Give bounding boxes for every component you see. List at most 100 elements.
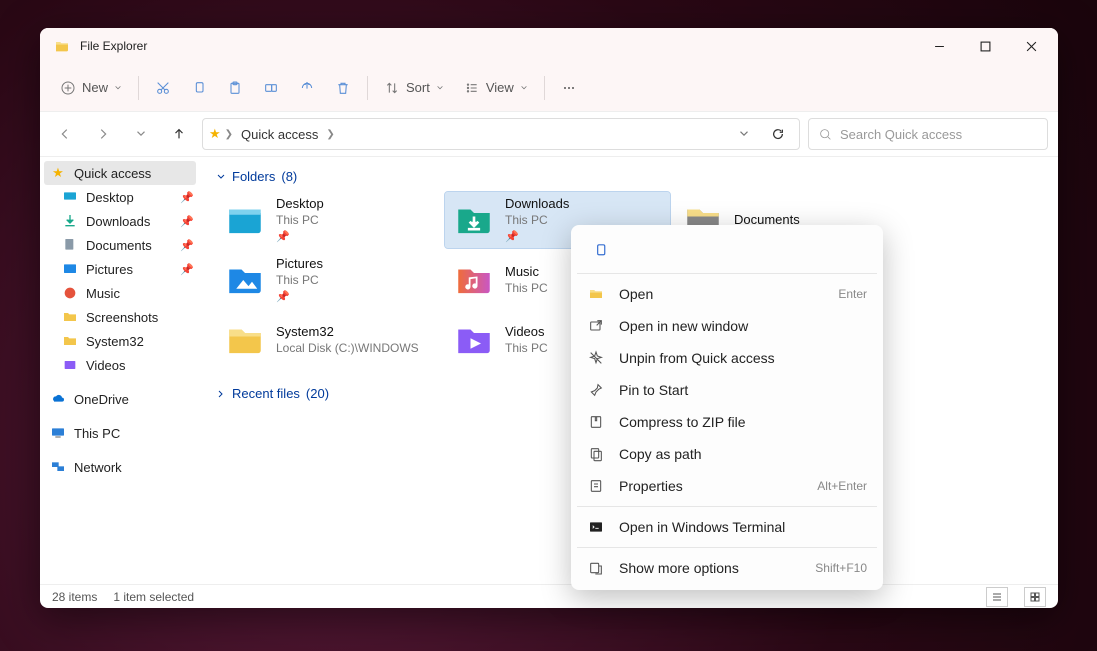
titlebar: File Explorer [40, 28, 1058, 64]
thumbnails-view-button[interactable] [1024, 587, 1046, 607]
folder-name: Music [505, 264, 548, 281]
new-label: New [82, 80, 108, 95]
pin-icon: 📌 [180, 239, 194, 252]
body: ★ Quick access Desktop 📌 Downloads 📌 Doc… [40, 156, 1058, 584]
chevron-right-icon: ❯ [225, 129, 233, 140]
terminal-icon [587, 518, 605, 536]
address-bar[interactable]: ★ ❯ Quick access ❯ [202, 118, 800, 150]
chevron-down-icon [216, 172, 226, 182]
view-button[interactable]: View [454, 70, 538, 106]
desktop-icon [62, 189, 78, 205]
more-options-icon [587, 559, 605, 577]
ctx-label: Open in new window [619, 318, 867, 334]
sidebar-item-desktop[interactable]: Desktop 📌 [40, 185, 200, 209]
sidebar-quick-access[interactable]: ★ Quick access [44, 161, 196, 185]
sidebar-item-documents[interactable]: Documents 📌 [40, 233, 200, 257]
more-button[interactable] [551, 70, 587, 106]
delete-button[interactable] [325, 70, 361, 106]
new-window-icon [587, 317, 605, 335]
sidebar-item-videos[interactable]: Videos [40, 353, 200, 377]
folder-item-pictures[interactable]: Pictures This PC 📌 [216, 252, 441, 308]
downloads-icon [62, 213, 78, 229]
up-button[interactable] [164, 119, 194, 149]
folder-location: This PC [505, 341, 548, 357]
pin-icon: 📌 [180, 263, 194, 276]
ctx-label: Copy as path [619, 446, 867, 462]
status-bar: 28 items 1 item selected [40, 584, 1058, 608]
ctx-open[interactable]: Open Enter [577, 278, 877, 310]
sort-button[interactable]: Sort [374, 70, 454, 106]
maximize-button[interactable] [962, 28, 1008, 64]
zip-icon [587, 413, 605, 431]
folder-name: Pictures [276, 256, 323, 273]
breadcrumb[interactable]: Quick access [237, 127, 322, 142]
ctx-accel: Alt+Enter [817, 479, 867, 493]
forward-button[interactable] [88, 119, 118, 149]
details-view-button[interactable] [986, 587, 1008, 607]
cut-button[interactable] [145, 70, 181, 106]
sidebar-item-system32[interactable]: System32 [40, 329, 200, 353]
address-dropdown[interactable] [729, 119, 759, 149]
group-count: (20) [306, 386, 329, 401]
folder-name: Videos [505, 324, 548, 341]
folder-name: Desktop [276, 196, 324, 213]
sidebar-item-downloads[interactable]: Downloads 📌 [40, 209, 200, 233]
folder-item-desktop[interactable]: Desktop This PC 📌 [216, 192, 441, 248]
pin-icon: 📌 [180, 191, 194, 204]
sidebar-thispc[interactable]: This PC [40, 421, 200, 445]
sidebar-label: Videos [86, 358, 126, 373]
new-button[interactable]: New [50, 70, 132, 106]
folder-location: This PC [276, 273, 323, 289]
minimize-button[interactable] [916, 28, 962, 64]
ctx-open-terminal[interactable]: Open in Windows Terminal [577, 511, 877, 543]
paste-button[interactable] [217, 70, 253, 106]
ctx-properties[interactable]: Properties Alt+Enter [577, 470, 877, 502]
folder-icon [453, 259, 495, 301]
ctx-label: Pin to Start [619, 382, 867, 398]
group-label: Folders [232, 169, 275, 184]
unpin-icon [587, 349, 605, 367]
properties-icon [587, 477, 605, 495]
ctx-unpin[interactable]: Unpin from Quick access [577, 342, 877, 374]
thispc-icon [50, 425, 66, 441]
folder-icon [224, 199, 266, 241]
ctx-pin-start[interactable]: Pin to Start [577, 374, 877, 406]
folder-location: This PC [505, 213, 569, 229]
sort-label: Sort [406, 80, 430, 95]
chevron-right-icon[interactable]: ❯ [326, 129, 334, 140]
group-folders[interactable]: Folders (8) [216, 169, 1042, 184]
ctx-show-more[interactable]: Show more options Shift+F10 [577, 552, 877, 584]
close-button[interactable] [1008, 28, 1054, 64]
sidebar-item-pictures[interactable]: Pictures 📌 [40, 257, 200, 281]
ctx-copy-path[interactable]: Copy as path [577, 438, 877, 470]
recent-dropdown[interactable] [126, 119, 156, 149]
ctx-label: Show more options [619, 560, 801, 576]
file-explorer-window: File Explorer New Sort View [40, 28, 1058, 608]
music-icon [62, 285, 78, 301]
folder-icon [62, 333, 78, 349]
ctx-compress-zip[interactable]: Compress to ZIP file [577, 406, 877, 438]
copy-path-icon [587, 445, 605, 463]
ctx-open-new-window[interactable]: Open in new window [577, 310, 877, 342]
folder-location: This PC [276, 213, 324, 229]
folder-location: This PC [505, 281, 548, 297]
folder-icon [224, 319, 266, 361]
back-button[interactable] [50, 119, 80, 149]
search-box[interactable]: Search Quick access [808, 118, 1048, 150]
pictures-icon [62, 261, 78, 277]
share-button[interactable] [289, 70, 325, 106]
sidebar-item-music[interactable]: Music [40, 281, 200, 305]
ctx-label: Compress to ZIP file [619, 414, 867, 430]
ctx-copy-icon[interactable] [583, 233, 617, 267]
copy-button[interactable] [181, 70, 217, 106]
search-icon [819, 128, 832, 141]
sidebar-label: OneDrive [74, 392, 129, 407]
rename-button[interactable] [253, 70, 289, 106]
pin-icon: 📌 [276, 230, 324, 244]
refresh-button[interactable] [763, 119, 793, 149]
sidebar-onedrive[interactable]: OneDrive [40, 387, 200, 411]
sidebar-network[interactable]: Network [40, 455, 200, 479]
folder-item-system32[interactable]: System32 Local Disk (C:)\WINDOWS [216, 312, 441, 368]
nav-pane[interactable]: ★ Quick access Desktop 📌 Downloads 📌 Doc… [40, 157, 200, 584]
sidebar-item-screenshots[interactable]: Screenshots [40, 305, 200, 329]
